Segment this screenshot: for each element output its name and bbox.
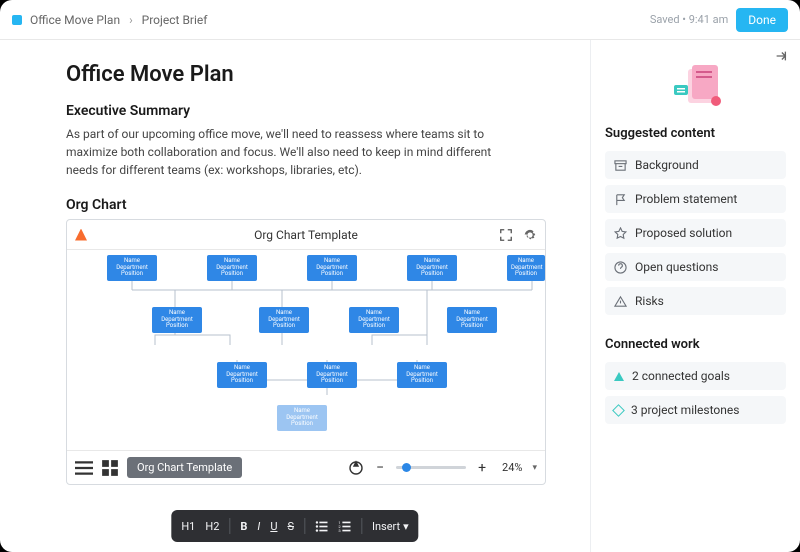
summary-heading: Executive Summary (66, 103, 562, 119)
warning-icon (614, 295, 627, 308)
connected-heading: Connected work (605, 337, 786, 352)
suggested-item-background[interactable]: Background (605, 151, 786, 179)
embed-footer: Org Chart Template − + 24% ▾ (67, 450, 545, 484)
connected-list: 2 connected goals 3 project milestones (605, 362, 786, 424)
zoom-in-button[interactable]: + (474, 460, 490, 476)
app-window: Office Move Plan › Project Brief Saved •… (0, 0, 800, 552)
suggested-heading: Suggested content (605, 126, 786, 141)
org-node-selected[interactable]: NameDepartmentPosition (277, 405, 327, 431)
zoom-fit-icon[interactable] (348, 460, 364, 476)
embed-header: Org Chart Template (67, 220, 545, 250)
body: Office Move Plan Executive Summary As pa… (0, 40, 800, 552)
heading2-button[interactable]: H2 (205, 520, 219, 533)
heading1-button[interactable]: H1 (181, 520, 195, 533)
done-button[interactable]: Done (736, 8, 788, 32)
strike-button[interactable]: S (287, 520, 294, 533)
orgchart-canvas[interactable]: NameDepartmentPosition NameDepartmentPos… (67, 250, 545, 450)
format-toolbar: H1 H2 B I U S 123 Insert ▾ (171, 510, 418, 542)
org-node[interactable]: NameDepartmentPosition (107, 255, 157, 281)
embed-title: Org Chart Template (254, 228, 358, 242)
org-node[interactable]: NameDepartmentPosition (407, 255, 457, 281)
archive-icon (614, 159, 627, 172)
milestone-icon (612, 404, 625, 417)
breadcrumb-separator: › (129, 13, 133, 27)
saved-status: Saved • 9:41 am (650, 13, 728, 26)
breadcrumb-root-icon (12, 15, 22, 25)
org-node[interactable]: NameDepartmentPosition (217, 362, 267, 388)
breadcrumb-root[interactable]: Office Move Plan (30, 13, 120, 27)
chevron-down-icon[interactable]: ▾ (532, 463, 537, 473)
collapse-panel-icon[interactable] (774, 48, 788, 67)
zoom-out-button[interactable]: − (372, 460, 388, 476)
summary-text[interactable]: As part of our upcoming office move, we'… (66, 125, 526, 179)
orgchart-embed: Org Chart Template (66, 219, 546, 485)
side-panel: Suggested content Background Problem sta… (590, 40, 800, 552)
flag-icon (614, 193, 627, 206)
number-list-icon[interactable]: 123 (338, 520, 351, 533)
underline-button[interactable]: U (270, 520, 277, 533)
org-node[interactable]: NameDepartmentPosition (447, 307, 497, 333)
question-icon (614, 261, 627, 274)
org-node[interactable]: NameDepartmentPosition (207, 255, 257, 281)
star-icon (614, 227, 627, 240)
org-node[interactable]: NameDepartmentPosition (507, 255, 545, 281)
breadcrumb-leaf[interactable]: Project Brief (142, 13, 208, 27)
document-main: Office Move Plan Executive Summary As pa… (0, 40, 590, 552)
org-node[interactable]: NameDepartmentPosition (349, 307, 399, 333)
orgchart-heading: Org Chart (66, 197, 562, 213)
org-node[interactable]: NameDepartmentPosition (397, 362, 447, 388)
suggested-item-solution[interactable]: Proposed solution (605, 219, 786, 247)
zoom-controls: − + 24% ▾ (348, 460, 537, 476)
page-chip[interactable]: Org Chart Template (127, 457, 242, 478)
gear-icon[interactable] (523, 228, 537, 242)
lucidchart-logo-icon (75, 229, 87, 241)
insert-button[interactable]: Insert ▾ (372, 520, 409, 533)
grid-view-icon[interactable] (101, 459, 119, 477)
goal-icon (614, 372, 624, 381)
bullet-list-icon[interactable] (315, 520, 328, 533)
zoom-percent[interactable]: 24% (502, 461, 522, 474)
suggested-list: Background Problem statement Proposed so… (605, 151, 786, 315)
zoom-slider[interactable] (396, 466, 466, 469)
org-node[interactable]: NameDepartmentPosition (259, 307, 309, 333)
fullscreen-icon[interactable] (499, 228, 513, 242)
suggested-item-problem[interactable]: Problem statement (605, 185, 786, 213)
bold-button[interactable]: B (240, 520, 247, 533)
connected-goals[interactable]: 2 connected goals (605, 362, 786, 390)
suggested-item-questions[interactable]: Open questions (605, 253, 786, 281)
list-view-icon[interactable] (75, 459, 93, 477)
topbar: Office Move Plan › Project Brief Saved •… (0, 0, 800, 40)
org-node[interactable]: NameDepartmentPosition (307, 255, 357, 281)
suggested-item-risks[interactable]: Risks (605, 287, 786, 315)
org-node[interactable]: NameDepartmentPosition (152, 307, 202, 333)
page-title: Office Move Plan (66, 62, 562, 87)
svg-text:3: 3 (338, 528, 341, 533)
suggested-illustration-icon (605, 58, 786, 118)
breadcrumb: Office Move Plan › Project Brief (30, 13, 207, 27)
italic-button[interactable]: I (257, 520, 260, 533)
connected-milestones[interactable]: 3 project milestones (605, 396, 786, 424)
org-node[interactable]: NameDepartmentPosition (307, 362, 357, 388)
